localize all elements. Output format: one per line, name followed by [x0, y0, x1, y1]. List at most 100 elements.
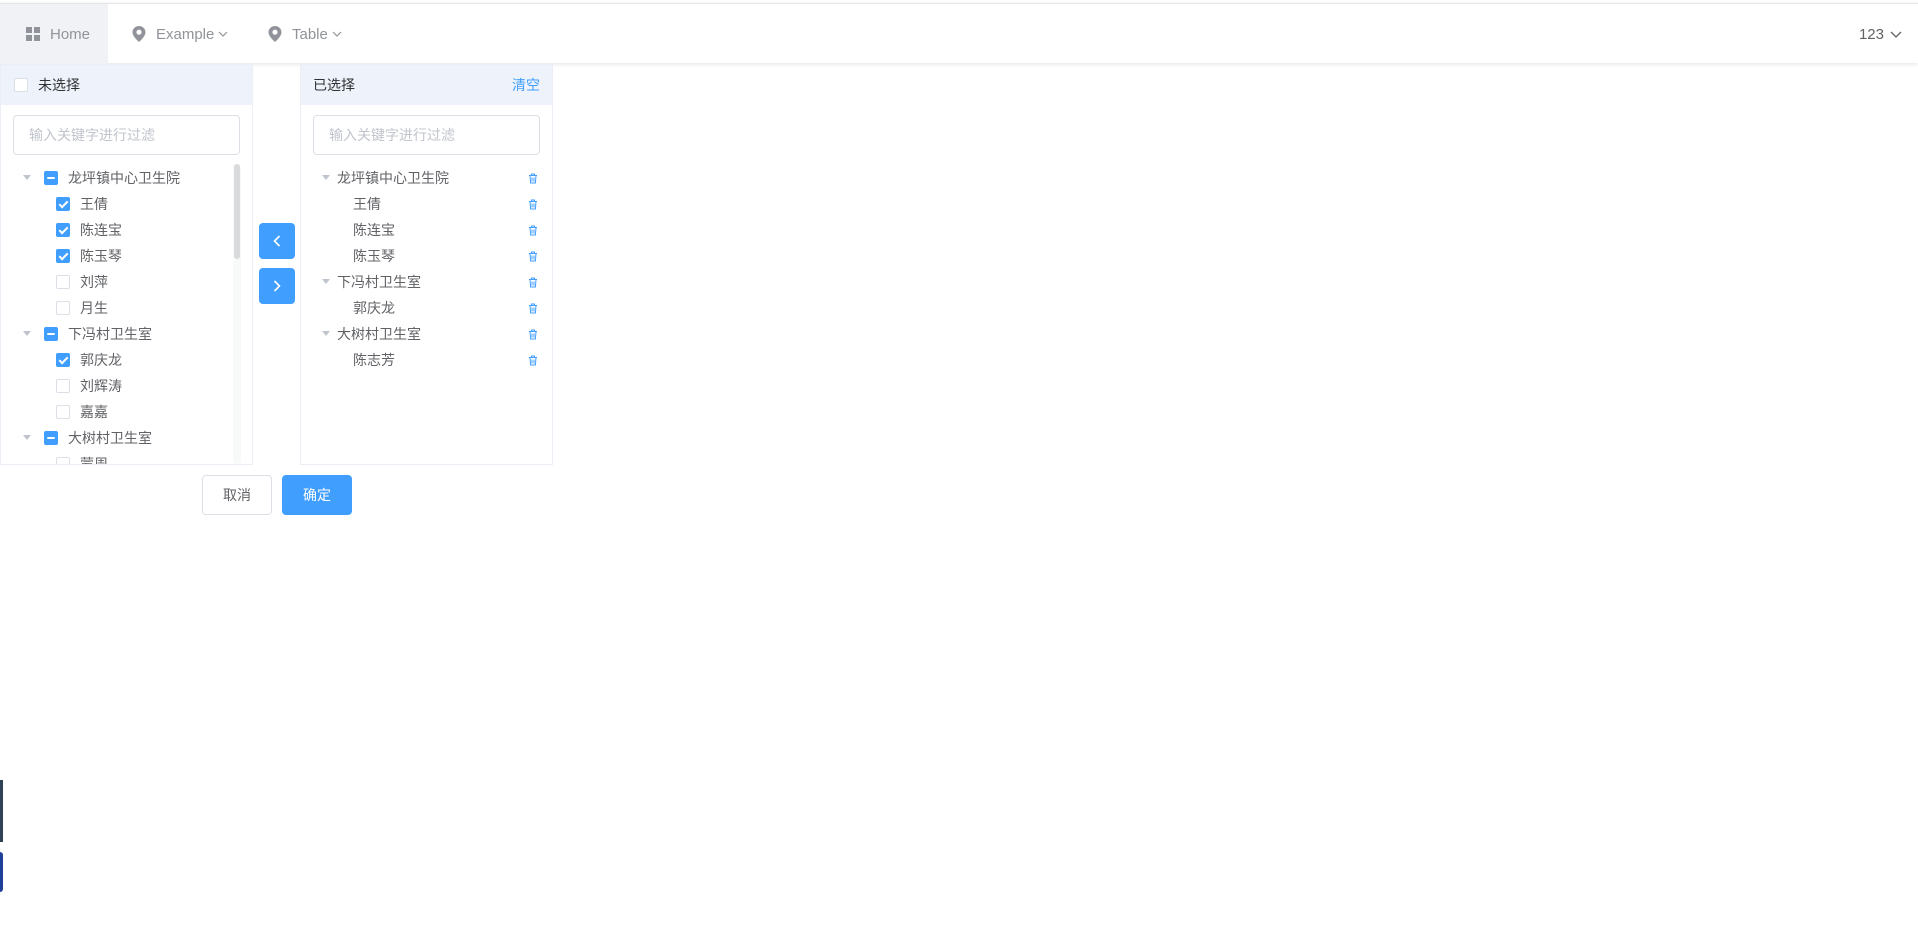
nav-example-label: Example: [156, 25, 215, 43]
tree-node[interactable]: 刘萍: [1, 269, 252, 295]
nav-table-label: Table: [292, 25, 328, 43]
tree-node[interactable]: 郭庆龙: [1, 347, 252, 373]
location-icon: [132, 26, 146, 42]
tree-node[interactable]: 陈连宝: [1, 217, 252, 243]
caret-down-icon[interactable]: [20, 175, 34, 181]
unselected-panel: 未选择 龙坪镇中心卫生院 王倩 陈连宝 陈玉琴 刘萍 月生: [0, 64, 253, 465]
nav-example[interactable]: Example: [132, 4, 228, 64]
node-label: 陈志芳: [353, 352, 395, 368]
right-filter-input[interactable]: [329, 127, 524, 143]
node-checkbox[interactable]: [56, 249, 70, 263]
node-label: 陈连宝: [80, 222, 122, 238]
node-label: 嘉嘉: [80, 404, 108, 420]
move-to-left-button[interactable]: [259, 223, 295, 259]
tree-node[interactable]: 大树村卫生室: [1, 425, 252, 451]
cancel-button[interactable]: 取消: [202, 475, 272, 515]
node-checkbox[interactable]: [56, 223, 70, 237]
node-label: 下冯村卫生室: [337, 274, 421, 290]
chevron-down-icon: [1890, 31, 1902, 38]
delete-icon[interactable]: [528, 251, 538, 262]
node-checkbox[interactable]: [56, 457, 70, 464]
node-checkbox[interactable]: [44, 431, 58, 445]
select-all-checkbox[interactable]: [14, 78, 28, 92]
node-label: 王倩: [353, 196, 381, 212]
node-label: 郭庆龙: [353, 300, 395, 316]
tree-node[interactable]: 嘉嘉: [1, 399, 252, 425]
tree-node[interactable]: 王倩: [1, 191, 252, 217]
node-label: 陈玉琴: [353, 248, 395, 264]
node-checkbox[interactable]: [56, 197, 70, 211]
node-checkbox[interactable]: [56, 379, 70, 393]
tree-node[interactable]: 刘辉涛: [1, 373, 252, 399]
selected-panel-title: 已选择: [313, 77, 355, 93]
tree-node[interactable]: 龙坪镇中心卫生院: [1, 165, 252, 191]
caret-down-icon[interactable]: [20, 435, 34, 441]
delete-icon[interactable]: [528, 225, 538, 236]
node-label: 下冯村卫生室: [68, 326, 152, 342]
unselected-tree: 龙坪镇中心卫生院 王倩 陈连宝 陈玉琴 刘萍 月生 下冯村卫生室 郭庆龙 刘辉涛…: [1, 165, 252, 464]
tree-node[interactable]: 陈连宝: [301, 217, 552, 243]
left-filter-input[interactable]: [29, 127, 224, 143]
unselected-panel-title: 未选择: [38, 77, 80, 93]
node-label: 大树村卫生室: [68, 430, 152, 446]
node-label: 刘萍: [80, 274, 108, 290]
tree-node[interactable]: 蒙周: [1, 451, 252, 464]
node-label: 郭庆龙: [80, 352, 122, 368]
node-label: 刘辉涛: [80, 378, 122, 394]
node-checkbox[interactable]: [56, 301, 70, 315]
delete-icon[interactable]: [528, 199, 538, 210]
node-label: 陈玉琴: [80, 248, 122, 264]
tree-node[interactable]: 下冯村卫生室: [1, 321, 252, 347]
nav-home-label: Home: [50, 25, 91, 43]
node-checkbox[interactable]: [44, 171, 58, 185]
location-icon: [268, 26, 282, 42]
dashboard-icon: [26, 27, 40, 41]
node-label: 龙坪镇中心卫生院: [337, 170, 449, 186]
nav-table[interactable]: Table: [268, 4, 342, 64]
tree-node[interactable]: 下冯村卫生室: [301, 269, 552, 295]
caret-down-icon[interactable]: [319, 175, 333, 181]
delete-icon[interactable]: [528, 303, 538, 314]
chevron-right-icon: [273, 280, 281, 292]
confirm-button[interactable]: 确定: [282, 475, 352, 515]
node-label: 蒙周: [80, 456, 108, 464]
node-label: 大树村卫生室: [337, 326, 421, 342]
tree-node[interactable]: 郭庆龙: [301, 295, 552, 321]
delete-icon[interactable]: [528, 277, 538, 288]
node-label: 月生: [80, 300, 108, 316]
caret-down-icon[interactable]: [319, 279, 333, 285]
selected-panel-header: 已选择 清空: [301, 65, 552, 105]
sidebar-edge: [0, 780, 3, 842]
left-filter-box: [13, 115, 240, 155]
right-filter-box: [313, 115, 540, 155]
tree-node[interactable]: 陈玉琴: [1, 243, 252, 269]
tree-scrollbar[interactable]: [234, 164, 240, 259]
node-checkbox[interactable]: [44, 327, 58, 341]
delete-icon[interactable]: [528, 329, 538, 340]
caret-down-icon[interactable]: [319, 331, 333, 337]
delete-icon[interactable]: [528, 355, 538, 366]
node-label: 王倩: [80, 196, 108, 212]
node-checkbox[interactable]: [56, 405, 70, 419]
tree-node[interactable]: 陈玉琴: [301, 243, 552, 269]
selected-tree: 龙坪镇中心卫生院 王倩 陈连宝 陈玉琴 下冯村卫生室 郭庆龙 大树村卫生室 陈志…: [301, 165, 552, 464]
move-to-right-button[interactable]: [259, 268, 295, 304]
tree-node[interactable]: 大树村卫生室: [301, 321, 552, 347]
tree-node[interactable]: 王倩: [301, 191, 552, 217]
delete-icon[interactable]: [528, 173, 538, 184]
tree-node[interactable]: 陈志芳: [301, 347, 552, 373]
selected-panel: 已选择 清空 龙坪镇中心卫生院 王倩 陈连宝 陈玉琴 下冯村卫生室: [300, 64, 553, 465]
chevron-left-icon: [273, 235, 281, 247]
user-name: 123: [1858, 25, 1884, 43]
nav-home[interactable]: Home: [0, 4, 108, 64]
caret-down-icon[interactable]: [20, 331, 34, 337]
chevron-down-icon: [218, 31, 228, 37]
node-checkbox[interactable]: [56, 353, 70, 367]
tree-node[interactable]: 月生: [1, 295, 252, 321]
sidebar-edge-active: [0, 852, 3, 892]
tree-node[interactable]: 龙坪镇中心卫生院: [301, 165, 552, 191]
clear-link[interactable]: 清空: [512, 75, 540, 95]
user-menu[interactable]: 123: [1859, 4, 1902, 64]
node-checkbox[interactable]: [56, 275, 70, 289]
top-nav: Home Example Table 123: [0, 3, 1918, 64]
